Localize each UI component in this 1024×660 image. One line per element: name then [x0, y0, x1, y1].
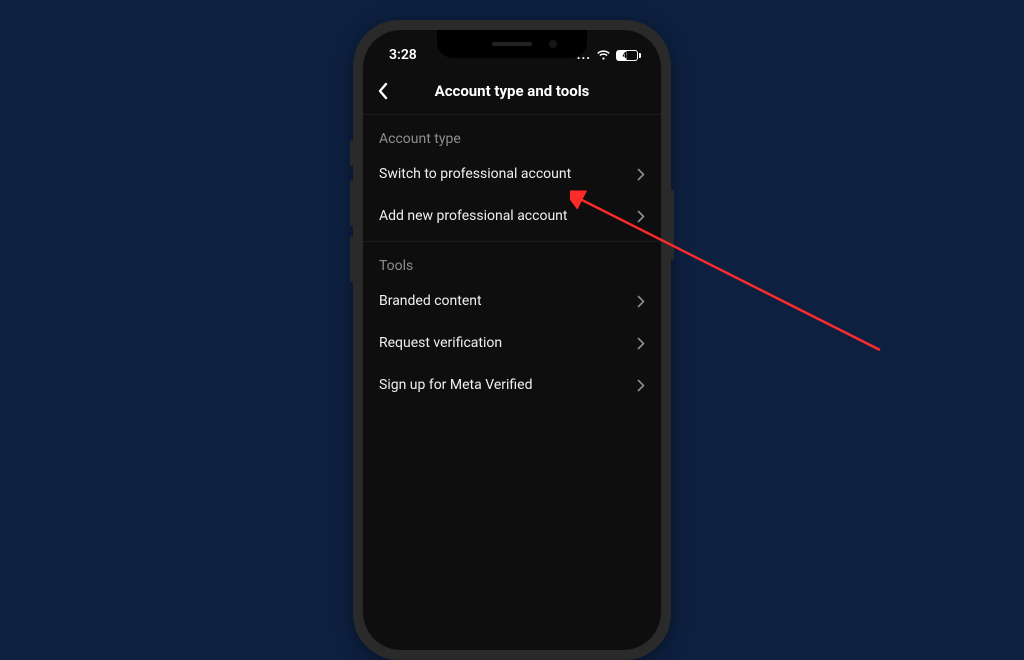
row-branded-content[interactable]: Branded content — [363, 280, 661, 322]
row-request-verification[interactable]: Request verification — [363, 322, 661, 364]
front-camera — [549, 40, 557, 48]
page-title: Account type and tools — [377, 82, 647, 100]
side-button — [671, 190, 674, 260]
wifi-icon — [596, 50, 611, 61]
row-meta-verified[interactable]: Sign up for Meta Verified — [363, 364, 661, 406]
notch — [437, 30, 587, 58]
battery-icon: 47 — [616, 50, 641, 61]
chevron-right-icon — [637, 379, 645, 392]
side-button — [350, 236, 353, 282]
side-button — [350, 140, 353, 166]
row-label: Request verification — [379, 335, 637, 351]
row-label: Add new professional account — [379, 208, 637, 224]
chevron-right-icon — [637, 337, 645, 350]
phone-screen: 3:28 ... 47 — [363, 30, 661, 650]
phone-frame: 3:28 ... 47 — [353, 20, 671, 660]
section-header-tools: Tools — [363, 242, 661, 280]
row-label: Branded content — [379, 293, 637, 309]
chevron-right-icon — [637, 295, 645, 308]
status-time: 3:28 — [389, 47, 417, 63]
speaker-grille — [492, 42, 532, 46]
row-add-professional[interactable]: Add new professional account — [363, 195, 661, 237]
section-header-account-type: Account type — [363, 115, 661, 153]
chevron-right-icon — [637, 210, 645, 223]
chevron-right-icon — [637, 168, 645, 181]
row-label: Switch to professional account — [379, 166, 637, 182]
battery-percent: 47 — [622, 51, 631, 60]
row-switch-professional[interactable]: Switch to professional account — [363, 153, 661, 195]
row-label: Sign up for Meta Verified — [379, 377, 637, 393]
nav-header: Account type and tools — [363, 70, 661, 115]
side-button — [350, 180, 353, 226]
